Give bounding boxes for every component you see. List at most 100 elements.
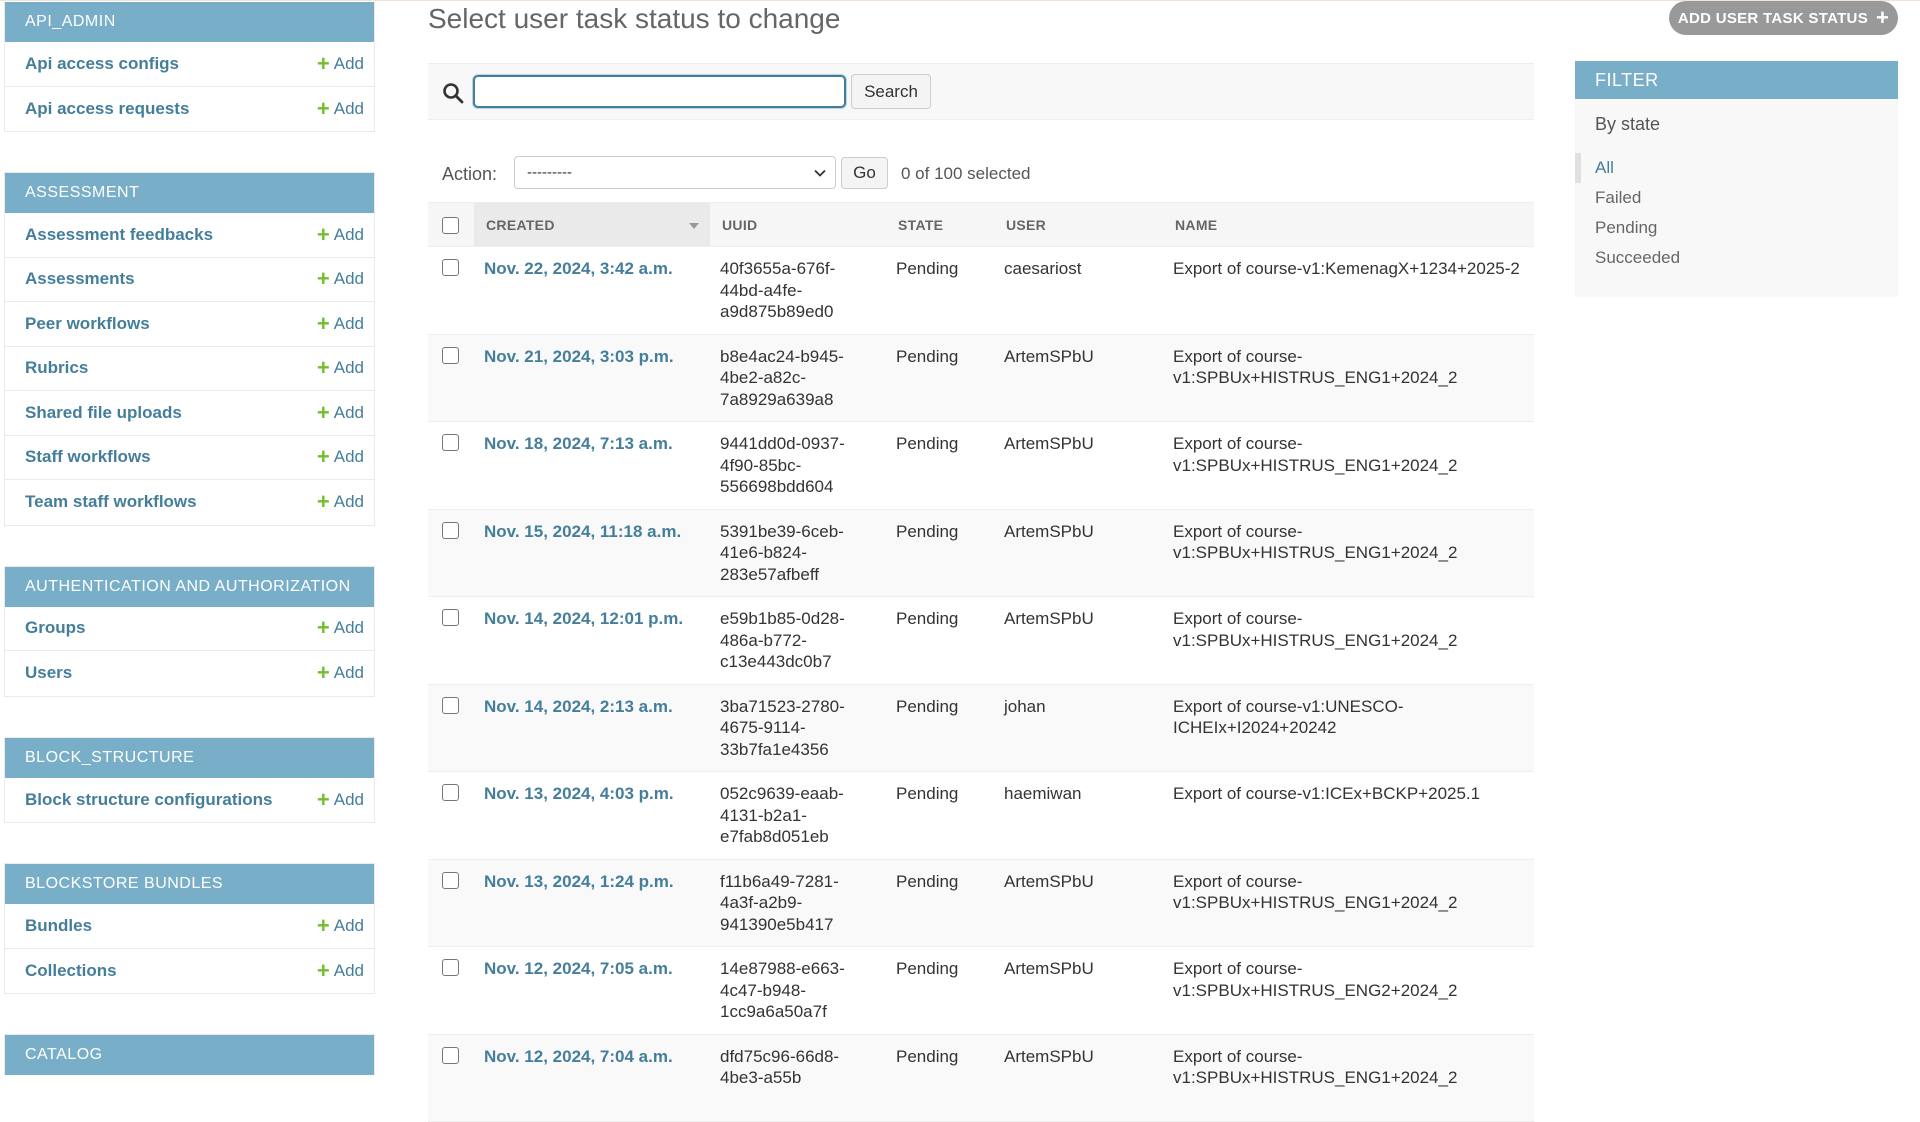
table-row: Nov. 15, 2024, 11:18 a.m. 5391be39-6ceb-4… [428, 509, 1534, 597]
cell-name: Export of course-v1:KemenagX+1234+2025-2 [1163, 246, 1534, 335]
row-checkbox[interactable] [442, 346, 459, 364]
model-row-groups: Groups + Add [5, 607, 374, 651]
module-caption[interactable]: BLOCKSTORE BUNDLES [5, 864, 374, 904]
created-link[interactable]: Nov. 18, 2024, 7:13 a.m. [484, 434, 673, 453]
add-link[interactable]: + Add [317, 268, 364, 290]
add-link[interactable]: + Add [317, 491, 364, 513]
search-input[interactable] [473, 75, 846, 108]
cell-user: ArtemSPbU [994, 1034, 1163, 1122]
column-header-name[interactable]: NAME [1163, 202, 1534, 247]
model-link[interactable]: Shared file uploads [25, 403, 182, 423]
created-link[interactable]: Nov. 14, 2024, 2:13 a.m. [484, 697, 673, 716]
select-all-header [428, 202, 474, 247]
add-link[interactable]: + Add [317, 357, 364, 379]
table-row: Nov. 13, 2024, 1:24 p.m. f11b6a49-7281-4a… [428, 859, 1534, 947]
add-link-label: Add [333, 358, 364, 378]
action-select[interactable]: --------- [514, 156, 836, 189]
module-caption[interactable]: AUTHENTICATION AND AUTHORIZATION [5, 566, 374, 607]
go-button[interactable]: Go [841, 157, 888, 189]
model-link[interactable]: Bundles [25, 916, 92, 936]
model-link[interactable]: Block structure configurations [25, 790, 272, 810]
model-link[interactable]: Api access requests [25, 99, 189, 119]
filter-option-all[interactable]: All [1575, 153, 1898, 183]
page-title: Select user task status to change [428, 3, 841, 34]
cell-name: Export of course-v1:SPBUx+HISTRUS_ENG2+2… [1163, 946, 1534, 1035]
model-link[interactable]: Users [25, 663, 72, 683]
add-link[interactable]: + Add [317, 662, 364, 684]
row-select-cell [428, 859, 474, 947]
plus-icon: + [316, 399, 330, 425]
model-row-assessments: Assessments + Add [5, 258, 374, 302]
add-link[interactable]: + Add [317, 788, 364, 811]
plus-icon: + [316, 221, 330, 247]
top-border [0, 0, 1920, 1]
add-link[interactable]: + Add [317, 617, 364, 639]
column-header-created[interactable]: CREATED [474, 202, 710, 247]
model-link[interactable]: Api access configs [25, 54, 179, 74]
model-link[interactable]: Peer workflows [25, 314, 150, 334]
sort-desc-icon[interactable] [688, 221, 700, 231]
select-all-checkbox[interactable] [442, 216, 459, 234]
created-link[interactable]: Nov. 15, 2024, 11:18 a.m. [484, 522, 681, 541]
row-checkbox[interactable] [442, 259, 459, 276]
add-user-task-status-button[interactable]: ADD USER TASK STATUS + [1669, 1, 1898, 35]
cell-uuid: 14e87988-e663-4c47-b948-1cc9a6a50a7f [710, 946, 886, 1035]
module-caption[interactable]: API_ADMIN [5, 2, 374, 42]
filter-option-failed[interactable]: Failed [1575, 183, 1898, 213]
column-header-user[interactable]: USER [994, 202, 1163, 247]
add-link[interactable]: + Add [317, 312, 364, 335]
created-link[interactable]: Nov. 22, 2024, 3:42 a.m. [484, 259, 673, 278]
row-checkbox[interactable] [442, 784, 459, 801]
module-caption[interactable]: CATALOG [5, 1035, 374, 1075]
add-link-label: Add [333, 269, 364, 289]
add-link[interactable]: + Add [316, 399, 364, 425]
add-link[interactable]: + Add [317, 52, 364, 75]
add-link-label: Add [333, 915, 364, 935]
cell-uuid: 052c9639-eaab-4131-b2a1-e7fab8d051eb [710, 771, 886, 860]
filter-option-pending[interactable]: Pending [1575, 213, 1898, 243]
cell-state: Pending [886, 946, 994, 1035]
row-checkbox[interactable] [442, 871, 459, 889]
model-link[interactable]: Assessment feedbacks [25, 225, 213, 245]
model-link[interactable]: Collections [25, 961, 117, 981]
add-link-label: Add [333, 98, 364, 118]
created-link[interactable]: Nov. 21, 2024, 3:03 p.m. [484, 347, 674, 366]
add-link[interactable]: + Add [317, 914, 364, 937]
add-link[interactable]: + Add [316, 221, 364, 247]
row-checkbox[interactable] [442, 521, 459, 539]
cell-uuid: f11b6a49-7281-4a3f-a2b9-941390e5b417 [710, 859, 886, 947]
cell-state: Pending [886, 1034, 994, 1122]
created-link[interactable]: Nov. 13, 2024, 4:03 p.m. [484, 784, 674, 803]
column-header-label: NAME [1175, 216, 1218, 233]
row-checkbox[interactable] [442, 696, 459, 714]
created-link[interactable]: Nov. 13, 2024, 1:24 p.m. [484, 872, 674, 891]
add-link[interactable]: + Add [317, 959, 364, 982]
row-select-cell [428, 421, 474, 510]
row-checkbox[interactable] [442, 1046, 459, 1064]
model-row-team-staff-workflows: Team staff workflows + Add [5, 480, 374, 525]
model-link[interactable]: Assessments [25, 269, 135, 289]
filter-option-succeeded[interactable]: Succeeded [1575, 243, 1898, 273]
module-caption[interactable]: BLOCK_STRUCTURE [5, 737, 374, 778]
created-link[interactable]: Nov. 14, 2024, 12:01 p.m. [484, 609, 683, 628]
search-button[interactable]: Search [851, 74, 931, 109]
module-caption[interactable]: ASSESSMENT [5, 173, 374, 213]
row-select-cell [428, 509, 474, 597]
created-link[interactable]: Nov. 12, 2024, 7:05 a.m. [484, 959, 673, 978]
model-row-block-structure-configurations: Block structure configurations + Add [5, 778, 374, 823]
app-module-blockstore-bundles: BLOCKSTORE BUNDLES Bundles + Add Collections… [4, 863, 375, 994]
add-link[interactable]: + Add [317, 97, 364, 120]
created-link[interactable]: Nov. 12, 2024, 7:04 a.m. [484, 1047, 673, 1066]
row-checkbox[interactable] [442, 609, 459, 626]
model-link[interactable]: Team staff workflows [25, 492, 197, 512]
model-link[interactable]: Staff workflows [25, 447, 151, 467]
table-row: Nov. 12, 2024, 7:04 a.m. dfd75c96-66d8-4b… [428, 1034, 1534, 1122]
row-checkbox[interactable] [442, 959, 459, 976]
model-link[interactable]: Groups [25, 618, 85, 638]
model-link[interactable]: Rubrics [25, 358, 88, 378]
column-header-state[interactable]: STATE [886, 202, 994, 247]
row-checkbox[interactable] [442, 434, 459, 451]
action-label: Action: [442, 163, 498, 184]
column-header-uuid[interactable]: UUID [710, 202, 886, 247]
add-link[interactable]: + Add [317, 446, 364, 468]
